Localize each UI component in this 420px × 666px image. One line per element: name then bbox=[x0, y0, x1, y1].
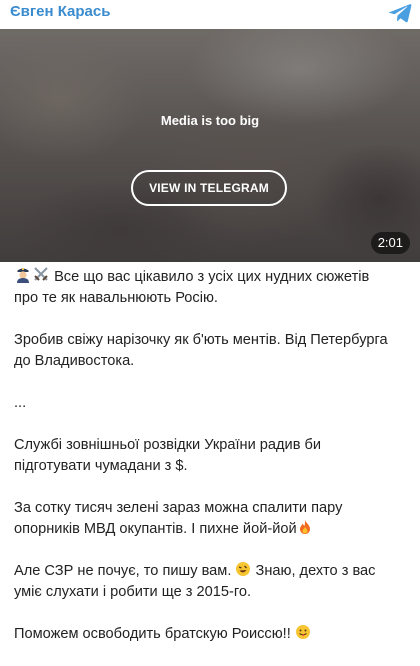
fire-icon bbox=[299, 520, 310, 534]
rofl-face-icon bbox=[236, 562, 251, 576]
channel-name-link[interactable]: Євген Карась bbox=[10, 3, 110, 20]
crossed-swords-icon bbox=[34, 267, 48, 281]
media-blur-overlay bbox=[0, 29, 420, 262]
post-header: Євген Карась bbox=[0, 0, 420, 28]
video-preview[interactable]: Media is too big VIEW IN TELEGRAM 2:01 bbox=[0, 29, 420, 262]
media-too-big-text: Media is too big bbox=[160, 113, 260, 128]
tongue-face-icon bbox=[295, 625, 310, 639]
telegram-icon[interactable] bbox=[388, 3, 412, 23]
video-duration-badge: 2:01 bbox=[370, 232, 410, 254]
post-paragraph: Поможем освободить братскую Роиссю!! bbox=[14, 624, 410, 645]
post-paragraph: Зробив свіжу нарізочку як б'ють ментів. … bbox=[14, 332, 388, 369]
post-paragraph: Але СЗР не почує, то пишу вам. Знаю, дех… bbox=[14, 562, 376, 600]
post-paragraph: Все що вас цікавило з усіх цих нудних сю… bbox=[14, 265, 410, 309]
view-in-telegram-button[interactable]: VIEW IN TELEGRAM bbox=[131, 170, 287, 206]
post-paragraph: За сотку тисяч зелені зараз можна спалит… bbox=[14, 500, 343, 537]
police-officer-icon bbox=[17, 268, 29, 283]
post-paragraph: ... bbox=[14, 395, 27, 411]
post-text: Все що вас цікавило з усіх цих нудних сю… bbox=[14, 265, 410, 666]
post-paragraph: Службі зовнішньої розвідки України радив… bbox=[14, 437, 322, 474]
